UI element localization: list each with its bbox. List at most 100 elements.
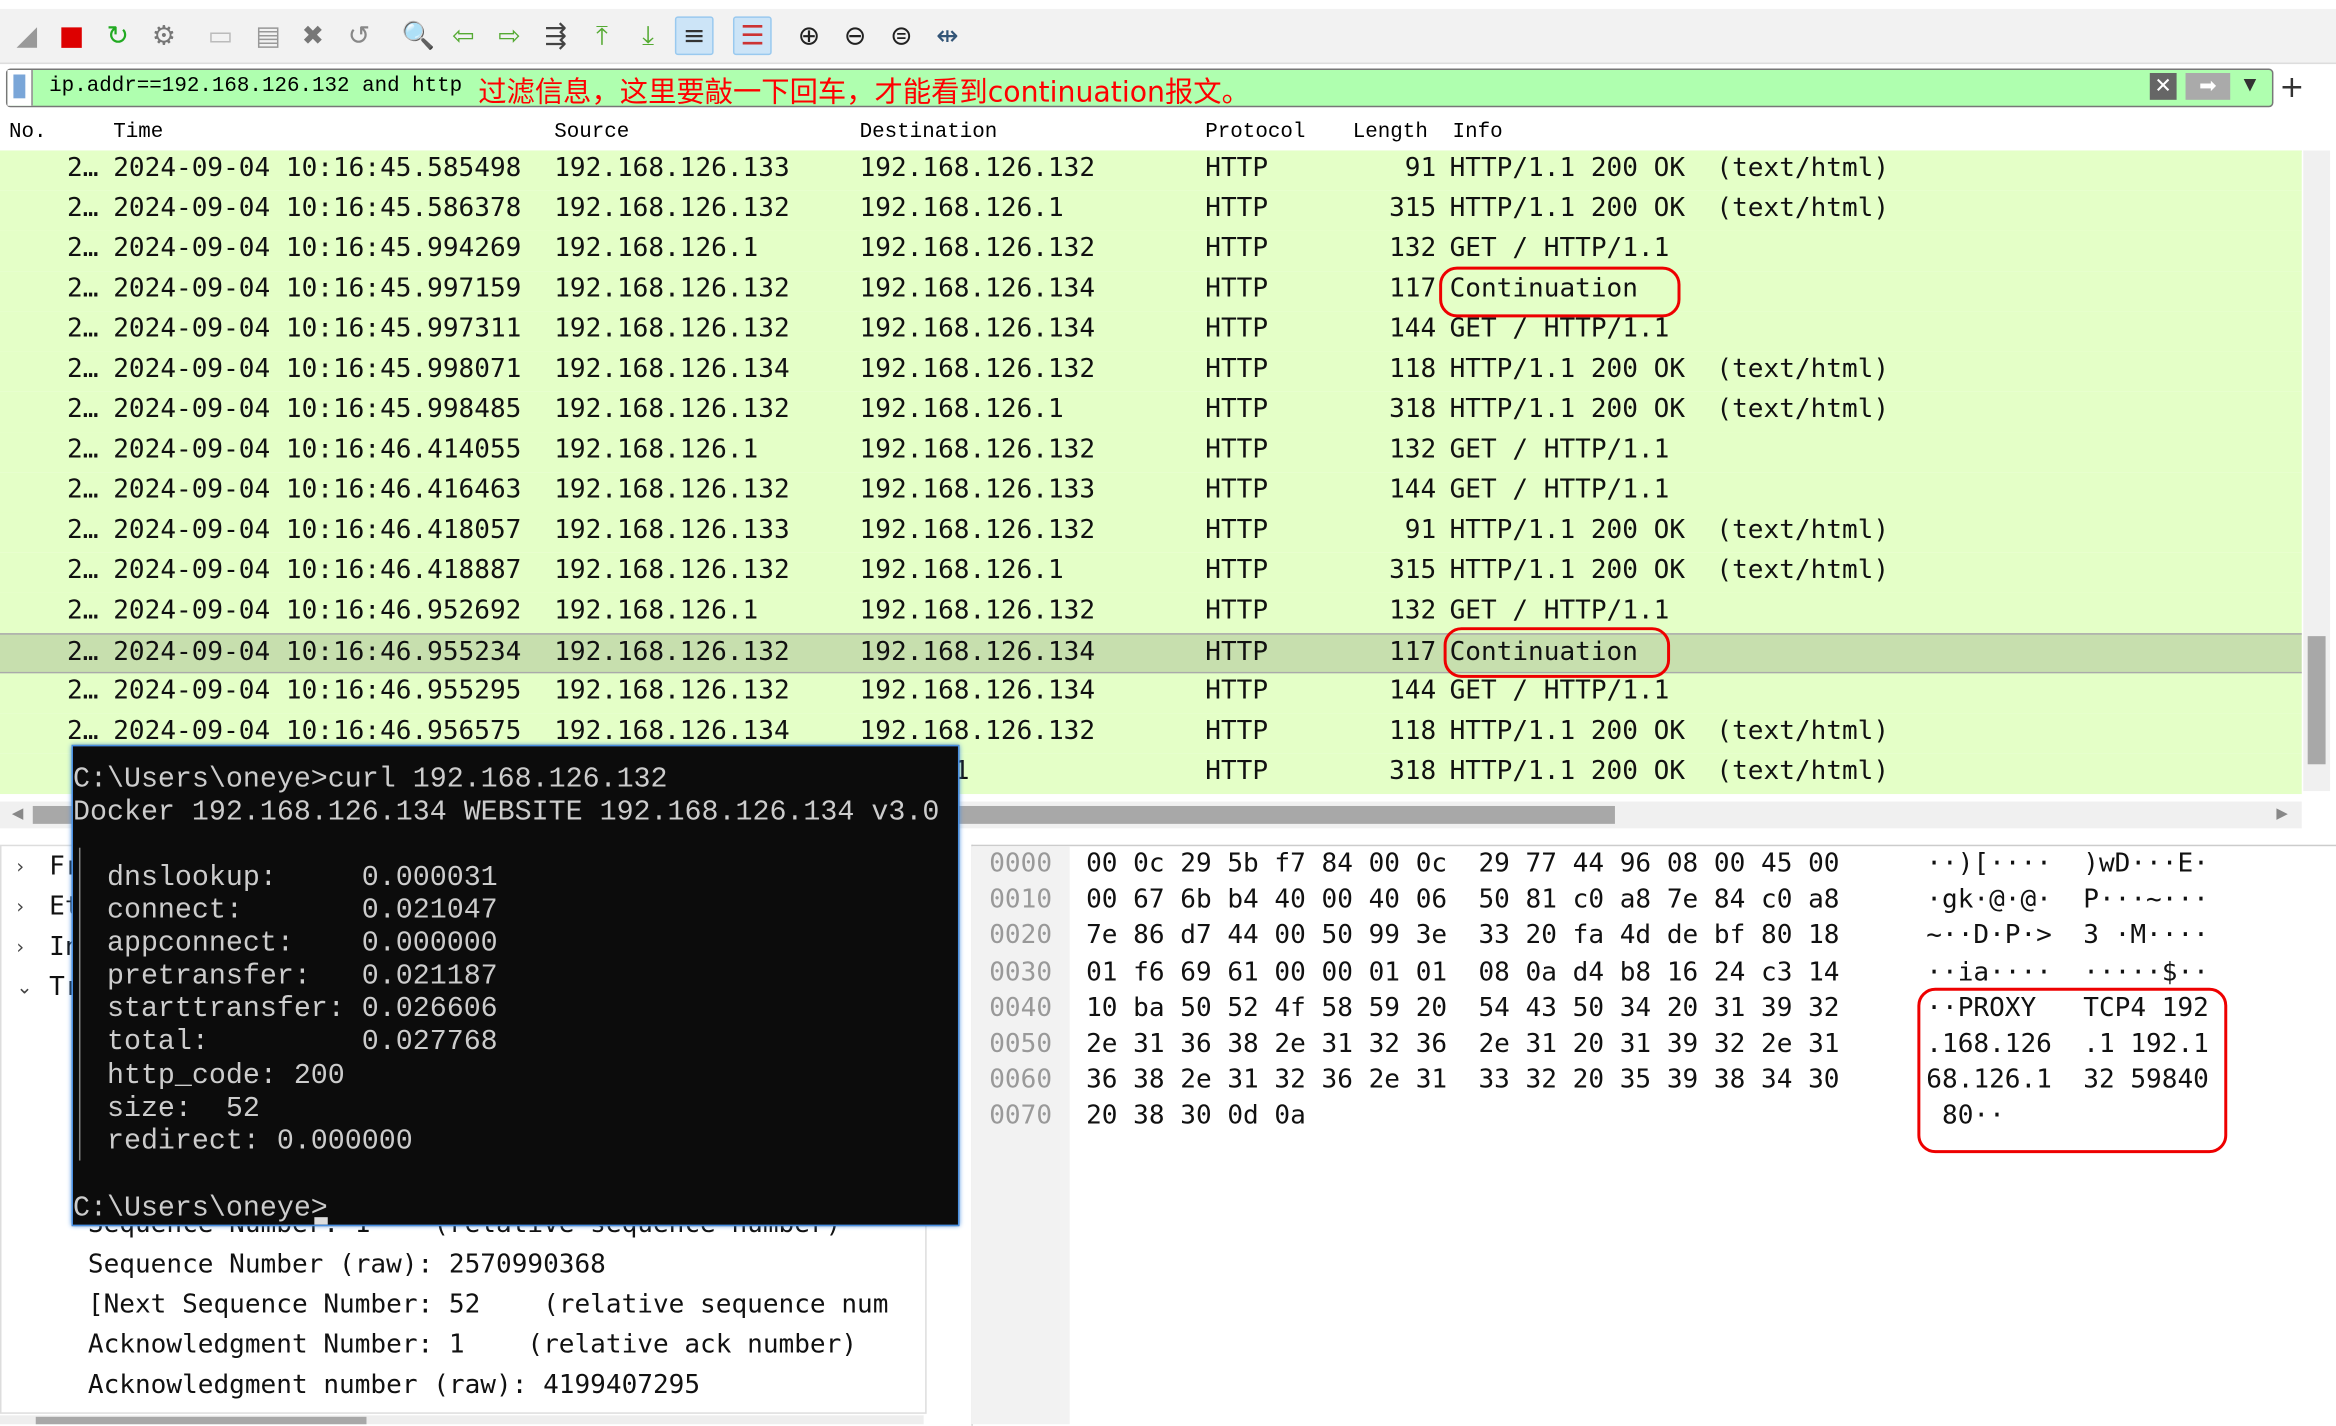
hex-offset: 0030 (989, 957, 1053, 988)
packet-time: 2024-09-04 10:16:45.997311 (113, 314, 522, 345)
normal-size-icon[interactable]: ⊜ (882, 16, 921, 55)
column-header-length[interactable]: Length (1353, 121, 1428, 145)
packet-row[interactable]: 2… 2024-09-04 10:16:45.994269 192.168.126.… (0, 230, 2302, 272)
column-header-source[interactable]: Source (554, 121, 629, 145)
hex-ascii[interactable]: .168.126 .1 192.1 (1926, 1029, 2209, 1059)
hex-ascii[interactable]: 68.126.1 32 59840 (1926, 1065, 2209, 1095)
packet-source: 192.168.126.132 (554, 555, 790, 586)
capture-options-icon[interactable]: ⚙ (145, 16, 184, 55)
resize-columns-icon[interactable]: ⇹ (928, 16, 967, 55)
packet-row[interactable]: 2… 2024-09-04 10:16:45.997159 192.168.126.… (0, 271, 2302, 312)
open-file-icon[interactable]: ▭ (201, 16, 240, 55)
packet-row[interactable]: 2… 2024-09-04 10:16:46.955234 192.168.126.… (0, 633, 2302, 674)
first-packet-icon[interactable]: ⤒ (583, 16, 622, 55)
details-field[interactable]: [Next Sequence Number: 52 (relative sequ… (88, 1290, 889, 1320)
packet-protocol: HTTP (1205, 314, 1269, 345)
clear-filter-icon[interactable]: ✕ (2149, 73, 2177, 100)
packet-length: 318 (1389, 394, 1437, 425)
packet-row[interactable]: 2… 2024-09-04 10:16:45.586378 192.168.126.… (0, 190, 2302, 231)
hex-offset: 0000 (989, 849, 1053, 879)
hex-offset: 0010 (989, 885, 1053, 916)
colorize-icon[interactable]: ☰ (732, 16, 772, 56)
hex-bytes[interactable]: 36 38 2e 31 32 36 2e 31 33 32 20 35 39 3… (1086, 1065, 1839, 1095)
scroll-left-icon[interactable]: ◀ (12, 806, 23, 822)
details-hscroll-thumb[interactable] (35, 1416, 367, 1425)
column-header-time[interactable]: Time (113, 121, 163, 145)
column-header-protocol[interactable]: Protocol (1205, 121, 1305, 145)
stop-capture-icon[interactable]: ■ (52, 16, 91, 55)
details-field[interactable]: Sequence Number (raw): 2570990368 (88, 1250, 606, 1280)
hex-bytes[interactable]: 00 0c 29 5b f7 84 00 0c 29 77 44 96 08 0… (1086, 849, 1839, 879)
chevron-down-icon[interactable]: ⌄ (16, 977, 32, 999)
packet-source: 192.168.126.1 (554, 595, 759, 626)
packet-no: 2… (67, 637, 99, 668)
shark-fin-start-icon[interactable]: ◢ (7, 16, 46, 55)
packet-info: GET / HTTP/1.1 (1449, 435, 1670, 465)
add-filter-button-icon[interactable]: + (2279, 69, 2304, 105)
packet-info: GET / HTTP/1.1 (1449, 475, 1670, 506)
find-packet-icon[interactable]: 🔍 (399, 16, 438, 55)
autoscroll-icon[interactable]: ≡ (674, 16, 714, 56)
packet-row[interactable]: 2… 2024-09-04 10:16:46.952692 192.168.126.… (0, 592, 2302, 634)
packet-row[interactable]: 2… 2024-09-04 10:16:46.414055 192.168.126.… (0, 432, 2302, 473)
go-to-packet-icon[interactable]: ⇶ (536, 16, 575, 55)
packet-no: 2… (67, 193, 99, 224)
packet-length: 315 (1389, 555, 1437, 586)
reload-file-icon[interactable]: ↺ (340, 16, 379, 55)
packet-source: 192.168.126.132 (554, 274, 790, 304)
hex-bytes[interactable]: 01 f6 69 61 00 00 01 01 08 0a d4 b8 16 2… (1086, 957, 1839, 987)
vscroll-thumb[interactable] (2307, 636, 2326, 765)
packet-protocol: HTTP (1205, 515, 1269, 546)
packet-row[interactable]: 2… 2024-09-04 10:16:45.998485 192.168.126.… (0, 391, 2302, 433)
hex-ascii[interactable]: ··ia···· ·····$·· (1926, 957, 2209, 987)
hex-ascii[interactable]: ·gk·@·@· P···~··· (1926, 885, 2209, 915)
zoom-in-icon[interactable]: ⊕ (790, 16, 829, 55)
packet-row[interactable]: 2… 2024-09-04 10:16:46.955295 192.168.126.… (0, 673, 2302, 714)
hex-ascii[interactable]: ··)[···· )wD···E· (1926, 849, 2209, 879)
hex-ascii[interactable]: 80·· (1926, 1102, 2005, 1132)
packet-info: HTTP/1.1 200 OK (text/html) (1449, 193, 1890, 224)
packet-row[interactable]: 2… 2024-09-04 10:16:46.416463 192.168.126.… (0, 472, 2302, 513)
scroll-right-icon[interactable]: ▶ (2276, 806, 2287, 822)
column-header-destination[interactable]: Destination (860, 121, 998, 145)
filter-history-chevron-icon[interactable]: ▼ (2244, 74, 2257, 93)
terminal-window[interactable]: C:\Users\oneye>curl 192.168.126.132 Docke… (71, 744, 960, 1227)
restart-capture-icon[interactable]: ↻ (98, 16, 137, 55)
filter-input[interactable]: ip.addr==192.168.126.132 and http (49, 74, 462, 98)
packet-destination: 192.168.126.132 (859, 435, 1096, 465)
hex-ascii[interactable]: ··PROXY TCP4 192 (1926, 993, 2209, 1023)
packet-row[interactable]: 2… 2024-09-04 10:16:45.997311 192.168.126.… (0, 311, 2302, 352)
save-file-icon[interactable]: ▤ (249, 16, 288, 55)
details-field[interactable]: Acknowledgment Number: 1 (relative ack n… (88, 1330, 857, 1360)
hex-bytes[interactable]: 2e 31 36 38 2e 31 32 36 2e 31 20 31 39 3… (1086, 1029, 1839, 1059)
packet-destination: 192.168.126.134 (859, 676, 1096, 707)
packet-no: 2… (67, 233, 99, 264)
hex-bytes[interactable]: 10 ba 50 52 4f 58 59 20 54 43 50 34 20 3… (1086, 993, 1839, 1023)
packet-row[interactable]: 2… 2024-09-04 10:16:46.418057 192.168.126.… (0, 512, 2302, 553)
column-header-no[interactable]: No. (9, 121, 47, 145)
bookmark-icon[interactable] (7, 70, 33, 106)
column-header-info[interactable]: Info (1453, 121, 1503, 145)
packet-time: 2024-09-04 10:16:46.416463 (113, 475, 522, 506)
apply-filter-icon[interactable]: ➡ (2185, 73, 2231, 100)
last-packet-icon[interactable]: ⤓ (629, 16, 668, 55)
packet-length: 318 (1389, 756, 1437, 787)
packet-row[interactable]: 2… 2024-09-04 10:16:46.418887 192.168.126.… (0, 552, 2302, 593)
zoom-out-icon[interactable]: ⊖ (836, 16, 875, 55)
display-filter-bar[interactable]: ip.addr==192.168.126.132 and http 过滤信息，这… (5, 68, 2274, 109)
packet-row[interactable]: 2… 2024-09-04 10:16:45.998071 192.168.126.… (0, 351, 2302, 392)
hex-bytes[interactable]: 00 67 6b b4 40 00 40 06 50 81 c0 a8 7e 8… (1086, 885, 1839, 915)
hex-ascii[interactable]: ~··D·P·> 3 ·M···· (1926, 921, 2209, 951)
packet-source: 192.168.126.1 (554, 435, 759, 465)
chevron-right-icon[interactable]: › (16, 937, 24, 959)
packet-no: 2… (67, 435, 99, 465)
hex-bytes[interactable]: 20 38 30 0d 0a (1086, 1102, 1306, 1132)
go-forward-icon[interactable]: ⇨ (490, 16, 529, 55)
packet-row[interactable]: 2… 2024-09-04 10:16:45.585498 192.168.126.… (0, 150, 2302, 191)
details-field[interactable]: Acknowledgment number (raw): 4199407295 (88, 1371, 700, 1401)
close-file-icon[interactable]: ✖ (293, 16, 332, 55)
go-back-icon[interactable]: ⇦ (444, 16, 483, 55)
chevron-right-icon[interactable]: › (16, 857, 24, 879)
chevron-right-icon[interactable]: › (16, 897, 24, 919)
hex-bytes[interactable]: 7e 86 d7 44 00 50 99 3e 33 20 fa 4d de b… (1086, 921, 1839, 951)
